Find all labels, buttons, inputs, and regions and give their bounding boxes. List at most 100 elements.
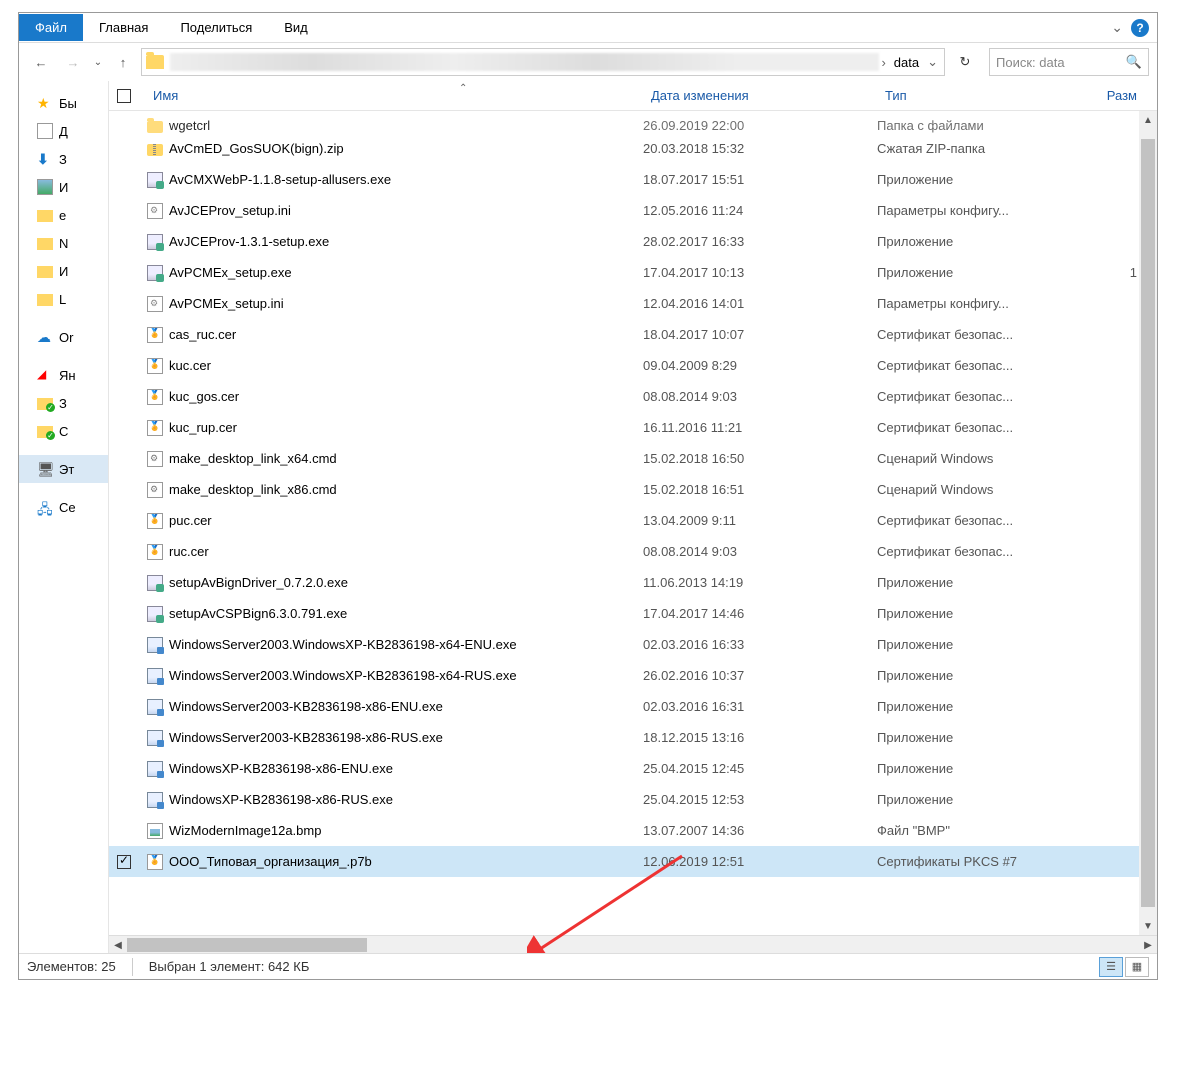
tab-share[interactable]: Поделиться — [164, 14, 268, 41]
nav-sidebar: ★БыД⬇ЗИeNИL☁Or◢ЯнЗС🖥Эт🖧Се — [19, 81, 109, 953]
refresh-button[interactable]: ↻ — [951, 48, 979, 76]
horizontal-scrollbar[interactable]: ◀ ▶ — [109, 935, 1157, 953]
sidebar-item[interactable]: И — [19, 257, 108, 285]
help-icon[interactable]: ? — [1131, 19, 1149, 37]
file-row[interactable]: wgetcrl26.09.2019 22:00Папка с файлами — [109, 111, 1157, 133]
file-row[interactable]: ООО_Типовая_организация_.p7b12.06.2019 1… — [109, 846, 1157, 877]
scroll-thumb[interactable] — [1141, 139, 1155, 907]
column-name[interactable]: Имя⌃ — [145, 88, 643, 103]
file-type: Сертификат безопас... — [877, 327, 1069, 342]
file-type: Приложение — [877, 265, 1069, 280]
explorer-window: Файл Главная Поделиться Вид ⌄ ? ← → ⌄ ↑ … — [18, 12, 1158, 980]
patch-icon — [147, 668, 163, 684]
file-row[interactable]: AvPCMEx_setup.exe17.04.2017 10:13Приложе… — [109, 257, 1157, 288]
search-input[interactable]: Поиск: data 🔍 — [989, 48, 1149, 76]
file-row[interactable]: WindowsServer2003-KB2836198-x86-RUS.exe1… — [109, 722, 1157, 753]
file-row[interactable]: setupAvCSPBign6.3.0.791.exe17.04.2017 14… — [109, 598, 1157, 629]
file-row[interactable]: AvCmED_GosSUOK(bign).zip20.03.2018 15:32… — [109, 133, 1157, 164]
scroll-thumb-h[interactable] — [127, 938, 367, 952]
file-row[interactable]: WizModernImage12a.bmp13.07.2007 14:36Фай… — [109, 815, 1157, 846]
file-date: 25.04.2015 12:53 — [643, 792, 877, 807]
column-date[interactable]: Дата изменения — [643, 88, 877, 103]
exe-icon — [147, 234, 163, 250]
column-type[interactable]: Тип — [877, 88, 1069, 103]
file-row[interactable]: WindowsServer2003-KB2836198-x86-ENU.exe0… — [109, 691, 1157, 722]
tab-file[interactable]: Файл — [19, 14, 83, 41]
scroll-right-icon[interactable]: ▶ — [1139, 936, 1157, 953]
file-type: Параметры конфигу... — [877, 296, 1069, 311]
file-row[interactable]: WindowsXP-KB2836198-x86-RUS.exe25.04.201… — [109, 784, 1157, 815]
file-row[interactable]: WindowsServer2003.WindowsXP-KB2836198-x6… — [109, 629, 1157, 660]
address-bar[interactable]: › data ⌄ — [141, 48, 945, 76]
tab-view[interactable]: Вид — [268, 14, 324, 41]
file-row[interactable]: WindowsServer2003.WindowsXP-KB2836198-x6… — [109, 660, 1157, 691]
cer-icon — [147, 544, 163, 560]
file-row[interactable]: make_desktop_link_x64.cmd15.02.2018 16:5… — [109, 443, 1157, 474]
sidebar-item[interactable]: 🖥Эт — [19, 455, 108, 483]
file-row[interactable]: setupAvBignDriver_0.7.2.0.exe11.06.2013 … — [109, 567, 1157, 598]
sidebar-item[interactable]: Д — [19, 117, 108, 145]
sidebar-item[interactable]: L — [19, 285, 108, 313]
zip-icon — [147, 144, 163, 156]
file-type: Сжатая ZIP-папка — [877, 141, 1069, 156]
breadcrumb-current[interactable]: data — [888, 55, 925, 70]
file-row[interactable]: make_desktop_link_x86.cmd15.02.2018 16:5… — [109, 474, 1157, 505]
file-row[interactable]: WindowsXP-KB2836198-x86-ENU.exe25.04.201… — [109, 753, 1157, 784]
column-size[interactable]: Разм — [1069, 88, 1157, 103]
cer-icon — [147, 420, 163, 436]
patch-icon — [147, 699, 163, 715]
search-icon: 🔍 — [1126, 54, 1142, 70]
collapse-ribbon-icon[interactable]: ⌄ — [1111, 19, 1123, 36]
file-row[interactable]: kuc.cer09.04.2009 8:29Сертификат безопас… — [109, 350, 1157, 381]
sidebar-item[interactable]: З — [19, 389, 108, 417]
sidebar-item[interactable]: С — [19, 417, 108, 445]
file-list: wgetcrl26.09.2019 22:00Папка с файламиAv… — [109, 111, 1157, 935]
sidebar-item[interactable]: N — [19, 229, 108, 257]
file-name: AvPCMEx_setup.exe — [165, 265, 643, 280]
file-row[interactable]: cas_ruc.cer18.04.2017 10:07Сертификат бе… — [109, 319, 1157, 350]
file-row[interactable]: AvCMXWebP-1.1.8-setup-allusers.exe18.07.… — [109, 164, 1157, 195]
recent-dropdown[interactable]: ⌄ — [91, 48, 105, 76]
scroll-up-icon[interactable]: ▲ — [1139, 111, 1157, 129]
file-name: kuc_gos.cer — [165, 389, 643, 404]
sidebar-item[interactable]: ◢Ян — [19, 361, 108, 389]
view-icons-button[interactable]: ▦ — [1125, 957, 1149, 977]
file-row[interactable]: ruc.cer08.08.2014 9:03Сертификат безопас… — [109, 536, 1157, 567]
sidebar-label: N — [59, 236, 68, 251]
sidebar-label: Or — [59, 330, 73, 345]
file-row[interactable]: AvJCEProv_setup.ini12.05.2016 11:24Парам… — [109, 195, 1157, 226]
back-button[interactable]: ← — [27, 48, 55, 76]
cer-icon — [147, 327, 163, 343]
ini-icon — [147, 203, 163, 219]
file-date: 28.02.2017 16:33 — [643, 234, 877, 249]
row-checkbox[interactable] — [117, 855, 131, 869]
nav-bar: ← → ⌄ ↑ › data ⌄ ↻ Поиск: data 🔍 — [19, 43, 1157, 81]
forward-button[interactable]: → — [59, 48, 87, 76]
scroll-left-icon[interactable]: ◀ — [109, 936, 127, 953]
select-all-checkbox[interactable] — [117, 89, 131, 103]
star-icon: ★ — [37, 95, 53, 111]
sidebar-item[interactable]: 🖧Се — [19, 493, 108, 521]
breadcrumb-dropdown-icon[interactable]: ⌄ — [925, 54, 940, 70]
file-row[interactable]: AvPCMEx_setup.ini12.04.2016 14:01Парамет… — [109, 288, 1157, 319]
file-row[interactable]: puc.cer13.04.2009 9:11Сертификат безопас… — [109, 505, 1157, 536]
tab-home[interactable]: Главная — [83, 14, 164, 41]
sidebar-item[interactable]: ★Бы — [19, 89, 108, 117]
sidebar-item[interactable]: ⬇З — [19, 145, 108, 173]
down-icon: ⬇ — [37, 151, 53, 167]
file-row[interactable]: kuc_rup.cer16.11.2016 11:21Сертификат бе… — [109, 412, 1157, 443]
file-type: Папка с файлами — [877, 118, 1069, 133]
file-date: 15.02.2018 16:50 — [643, 451, 877, 466]
scroll-down-icon[interactable]: ▼ — [1139, 917, 1157, 935]
sidebar-item[interactable]: ☁Or — [19, 323, 108, 351]
up-button[interactable]: ↑ — [109, 48, 137, 76]
file-date: 13.04.2009 9:11 — [643, 513, 877, 528]
file-row[interactable]: AvJCEProv-1.3.1-setup.exe28.02.2017 16:3… — [109, 226, 1157, 257]
vertical-scrollbar[interactable]: ▲ ▼ — [1139, 111, 1157, 935]
sidebar-item[interactable]: e — [19, 201, 108, 229]
file-row[interactable]: kuc_gos.cer08.08.2014 9:03Сертификат без… — [109, 381, 1157, 412]
sidebar-item[interactable]: И — [19, 173, 108, 201]
view-details-button[interactable]: ☰ — [1099, 957, 1123, 977]
sidebar-label: С — [59, 424, 68, 439]
file-date: 13.07.2007 14:36 — [643, 823, 877, 838]
